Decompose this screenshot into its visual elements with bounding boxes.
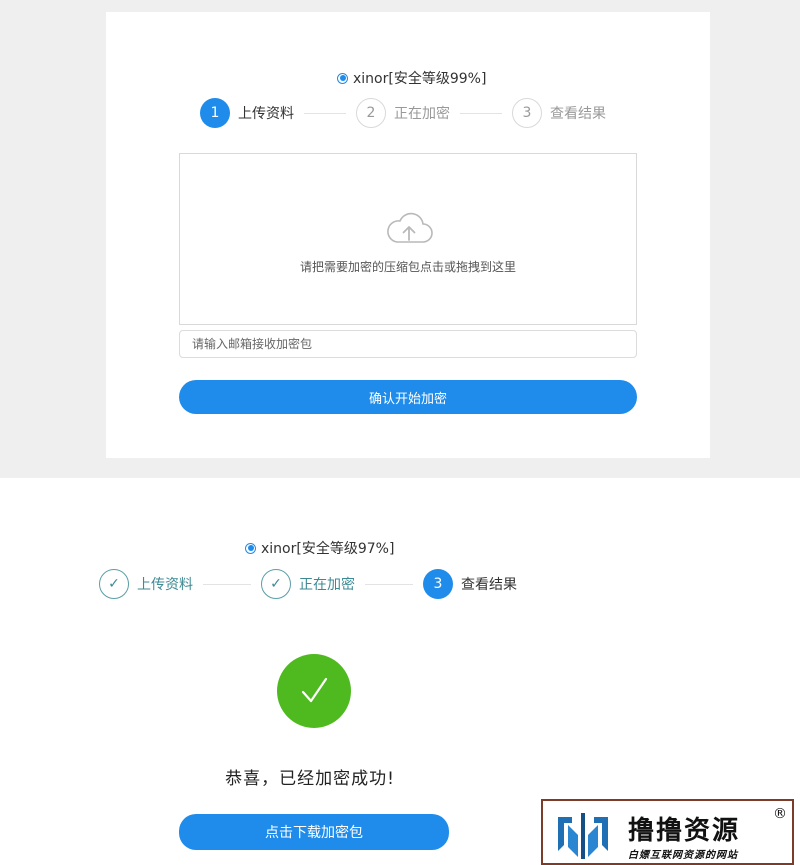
step-connector [304,112,346,114]
step-connector [203,583,251,585]
step-upload: 1 上传资料 [200,98,294,128]
radio-selected-icon[interactable] [337,72,348,84]
watermark-logo: 撸撸资源 ® 白嫖互联网资源的网站 [541,799,794,865]
progress-steps: 1 上传资料 2 正在加密 3 查看结果 [200,98,606,128]
watermark-title: 撸撸资源 [628,816,741,846]
encryption-option-radio[interactable]: xinor[安全等级97%] [245,538,394,558]
step-label: 查看结果 [550,106,606,122]
check-icon: ✓ [261,569,291,599]
watermark-subtitle: 白嫖互联网资源的网站 [628,850,738,861]
checkmark-icon [301,677,328,703]
step-label: 上传资料 [137,577,193,593]
step-number: 3 [423,569,453,599]
success-check-icon [277,654,351,728]
email-input[interactable] [179,330,637,358]
dropzone-hint: 请把需要加密的压缩包点击或拖拽到这里 [299,260,516,274]
step-result: 3 查看结果 [423,569,517,599]
success-message: 恭喜，已经加密成功! [225,769,395,789]
step-connector [460,112,502,114]
step-label: 正在加密 [299,577,355,593]
watermark-inner: 撸撸资源 ® 白嫖互联网资源的网站 [548,806,787,861]
step-result: 3 查看结果 [512,98,606,128]
step-label: 正在加密 [394,106,450,122]
radio-selected-icon[interactable] [245,542,256,554]
encryption-option-radio[interactable]: xinor[安全等级99%] [337,68,486,88]
step-connector [365,583,413,585]
file-dropzone[interactable]: 请把需要加密的压缩包点击或拖拽到这里 [179,153,637,325]
check-icon: ✓ [99,569,129,599]
encryption-option-label: xinor[安全等级97%] [261,541,395,557]
download-package-button[interactable]: 点击下载加密包 [179,814,449,850]
step-encrypting: 2 正在加密 [356,98,450,128]
step-number: 2 [356,98,386,128]
step-encrypting: ✓ 正在加密 [261,569,355,599]
logo-icon [558,813,608,859]
cloud-upload-icon [387,212,433,243]
registered-mark: ® [773,806,787,822]
step-label: 上传资料 [238,106,294,122]
step-upload: ✓ 上传资料 [99,569,193,599]
confirm-encrypt-button[interactable]: 确认开始加密 [179,380,637,414]
step-number: 3 [512,98,542,128]
step-number: 1 [200,98,230,128]
step-label: 查看结果 [461,577,517,593]
encryption-option-label: xinor[安全等级99%] [353,71,487,87]
progress-steps: ✓ 上传资料 ✓ 正在加密 3 查看结果 [99,569,517,599]
